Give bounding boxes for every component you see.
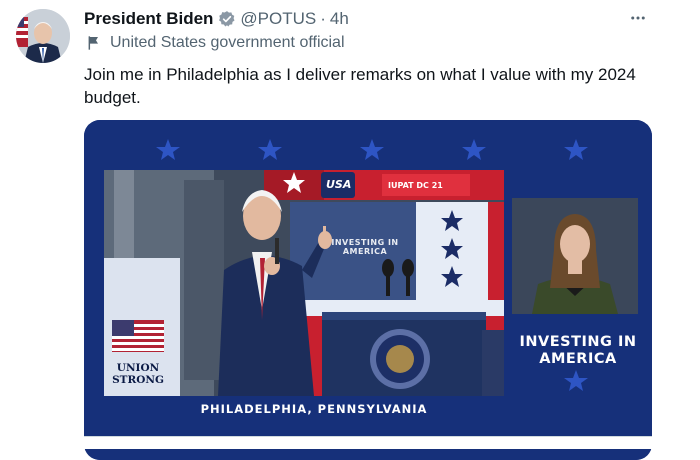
backdrop-line1: INVESTING IN [331,238,399,247]
tweet-header: President Biden @POTUS · 4h [84,8,349,30]
flag-icon [86,35,102,51]
banner-usa: USA [326,178,352,191]
verified-badge-icon[interactable] [218,10,236,28]
author-handle[interactable]: @POTUS [240,9,316,29]
tweet-text: Join me in Philadelphia as I deliver rem… [84,65,636,107]
more-options-icon[interactable] [626,6,650,30]
backdrop-line2: AMERICA [342,247,388,256]
author-avatar[interactable] [16,9,70,63]
tweet-timestamp[interactable]: 4h [330,9,349,29]
banner-iupat: IUPAT DC 21 [388,181,443,190]
card-footer-edge [84,436,652,449]
right-title-line2: AMERICA [539,351,617,367]
header-separator: · [320,9,326,28]
author-name[interactable]: President Biden [84,9,213,29]
right-title-line1: INVESTING IN [519,334,637,350]
account-label-text: United States government official [110,34,345,51]
union-line2: STRONG [112,374,164,386]
tweet-media[interactable]: USA IUPAT DC 21 INVESTING IN AMERICA UNI… [84,120,652,460]
union-line1: UNION [116,362,160,374]
account-label[interactable]: United States government official [86,34,345,52]
location-caption: PHILADELPHIA, PENNSYLVANIA [200,402,428,416]
